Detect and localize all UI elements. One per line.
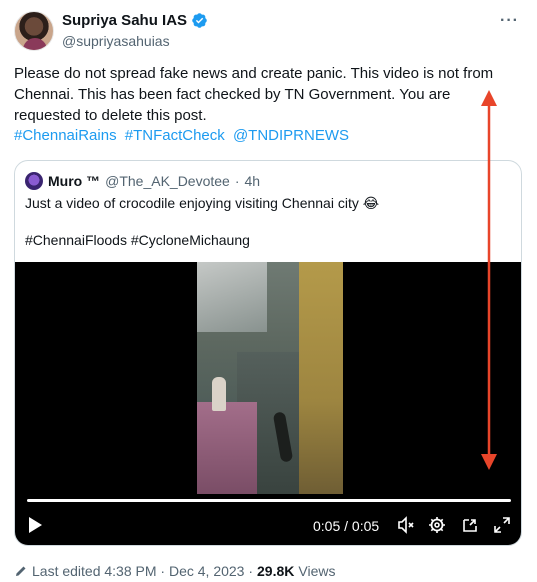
hashtag-link[interactable]: #ChennaiRains [14, 127, 117, 144]
tweet-text: Please do not spread fake news and creat… [14, 65, 494, 124]
quoted-author-name[interactable]: Muro ™ [48, 173, 100, 189]
mute-icon[interactable] [397, 516, 415, 534]
video-player[interactable]: 0:05 / 0:05 [15, 262, 521, 545]
quoted-tweet-card[interactable]: Muro ™ @The_AK_Devotee · 4h Just a video… [14, 160, 522, 546]
author-avatar[interactable] [14, 11, 54, 51]
annotation-double-arrow-icon [481, 90, 497, 470]
video-progress-bar[interactable] [27, 499, 511, 502]
tweet-footer: Last edited 4:38 PM · Dec 4, 2023 · 29.8… [14, 563, 335, 579]
picture-in-picture-icon[interactable] [461, 516, 479, 534]
fullscreen-icon[interactable] [493, 516, 511, 534]
author-handle[interactable]: @supriyasahuias [62, 33, 170, 49]
quoted-tweet-header: Muro ™ @The_AK_Devotee · 4h [25, 172, 260, 190]
mention-link[interactable]: @TNDIPRNEWS [233, 127, 349, 144]
play-icon[interactable] [27, 516, 43, 534]
meta-separator: · [234, 173, 240, 189]
quoted-author-avatar[interactable] [25, 172, 43, 190]
author-name[interactable]: Supriya Sahu IAS [62, 12, 187, 29]
edited-timestamp[interactable]: Last edited 4:38 PM · Dec 4, 2023 · [32, 563, 253, 579]
views-count: 29.8K [257, 563, 295, 579]
quoted-tweet-text: Just a video of crocodile enjoying visit… [25, 195, 380, 211]
quoted-author-handle[interactable]: @The_AK_Devotee [105, 173, 230, 189]
more-dots-icon[interactable]: ··· [500, 12, 519, 30]
quoted-tweet-age[interactable]: 4h [245, 173, 261, 189]
video-frame[interactable] [197, 262, 343, 494]
video-time: 0:05 / 0:05 [313, 518, 380, 534]
settings-icon[interactable] [428, 516, 446, 534]
pencil-icon [16, 566, 26, 576]
hashtag-link[interactable]: #TNFactCheck [125, 127, 225, 144]
verified-badge-icon [192, 13, 207, 28]
tweet-hashtags: #ChennaiRains #TNFactCheck @TNDIPRNEWS [14, 127, 353, 144]
quoted-tweet-hashtags[interactable]: #ChennaiFloods #CycloneMichaung [25, 232, 250, 248]
author-name-row: Supriya Sahu IAS [62, 12, 208, 29]
views-label: Views [298, 563, 336, 579]
